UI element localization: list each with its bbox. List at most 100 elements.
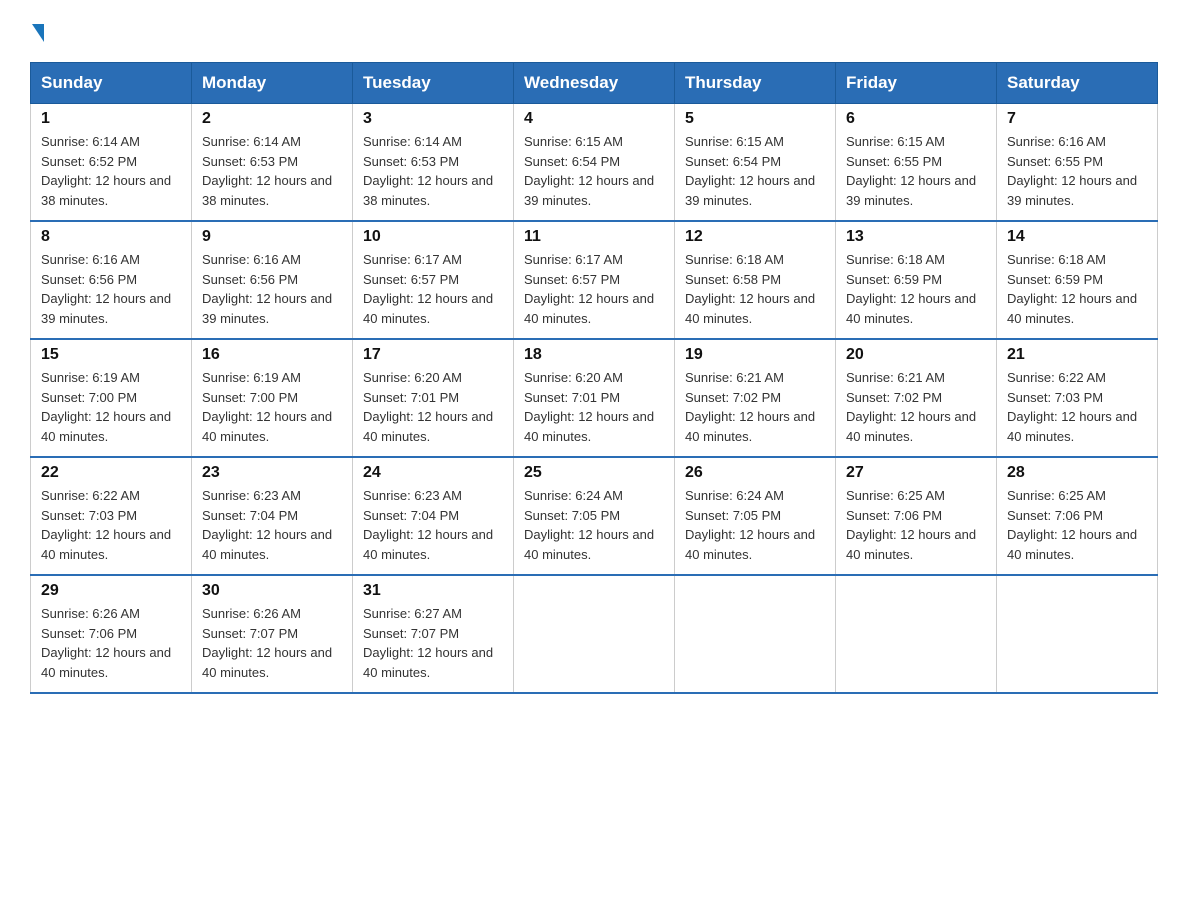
sunrise-text: Sunrise: 6:18 AM (685, 252, 784, 267)
calendar-day-cell: 30 Sunrise: 6:26 AM Sunset: 7:07 PM Dayl… (192, 575, 353, 693)
sunset-text: Sunset: 7:04 PM (363, 508, 459, 523)
sunrise-text: Sunrise: 6:17 AM (363, 252, 462, 267)
daylight-text: Daylight: 12 hours and 40 minutes. (363, 409, 493, 444)
day-number: 7 (1007, 110, 1147, 128)
day-number: 3 (363, 110, 503, 128)
day-number: 30 (202, 582, 342, 600)
sunset-text: Sunset: 6:59 PM (846, 272, 942, 287)
sunset-text: Sunset: 7:07 PM (202, 626, 298, 641)
calendar-day-cell: 7 Sunrise: 6:16 AM Sunset: 6:55 PM Dayli… (997, 104, 1158, 222)
daylight-text: Daylight: 12 hours and 39 minutes. (41, 291, 171, 326)
day-number: 4 (524, 110, 664, 128)
day-info: Sunrise: 6:23 AM Sunset: 7:04 PM Dayligh… (363, 486, 503, 564)
calendar-day-cell: 12 Sunrise: 6:18 AM Sunset: 6:58 PM Dayl… (675, 221, 836, 339)
calendar-day-cell: 4 Sunrise: 6:15 AM Sunset: 6:54 PM Dayli… (514, 104, 675, 222)
sunset-text: Sunset: 7:06 PM (41, 626, 137, 641)
calendar-day-cell: 15 Sunrise: 6:19 AM Sunset: 7:00 PM Dayl… (31, 339, 192, 457)
day-info: Sunrise: 6:25 AM Sunset: 7:06 PM Dayligh… (1007, 486, 1147, 564)
calendar-day-cell: 8 Sunrise: 6:16 AM Sunset: 6:56 PM Dayli… (31, 221, 192, 339)
sunrise-text: Sunrise: 6:23 AM (363, 488, 462, 503)
day-number: 25 (524, 464, 664, 482)
sunrise-text: Sunrise: 6:19 AM (202, 370, 301, 385)
day-info: Sunrise: 6:20 AM Sunset: 7:01 PM Dayligh… (524, 368, 664, 446)
day-info: Sunrise: 6:14 AM Sunset: 6:53 PM Dayligh… (363, 132, 503, 210)
sunrise-text: Sunrise: 6:26 AM (202, 606, 301, 621)
day-number: 8 (41, 228, 181, 246)
calendar-day-cell: 31 Sunrise: 6:27 AM Sunset: 7:07 PM Dayl… (353, 575, 514, 693)
day-number: 12 (685, 228, 825, 246)
sunrise-text: Sunrise: 6:19 AM (41, 370, 140, 385)
day-info: Sunrise: 6:15 AM Sunset: 6:55 PM Dayligh… (846, 132, 986, 210)
sunrise-text: Sunrise: 6:17 AM (524, 252, 623, 267)
day-info: Sunrise: 6:18 AM Sunset: 6:59 PM Dayligh… (846, 250, 986, 328)
sunrise-text: Sunrise: 6:25 AM (846, 488, 945, 503)
calendar-week-row: 8 Sunrise: 6:16 AM Sunset: 6:56 PM Dayli… (31, 221, 1158, 339)
sunset-text: Sunset: 6:54 PM (524, 154, 620, 169)
calendar-day-cell: 1 Sunrise: 6:14 AM Sunset: 6:52 PM Dayli… (31, 104, 192, 222)
day-number: 1 (41, 110, 181, 128)
day-number: 13 (846, 228, 986, 246)
sunset-text: Sunset: 6:56 PM (41, 272, 137, 287)
calendar-day-cell: 29 Sunrise: 6:26 AM Sunset: 7:06 PM Dayl… (31, 575, 192, 693)
calendar-day-cell: 27 Sunrise: 6:25 AM Sunset: 7:06 PM Dayl… (836, 457, 997, 575)
day-number: 21 (1007, 346, 1147, 364)
day-info: Sunrise: 6:24 AM Sunset: 7:05 PM Dayligh… (685, 486, 825, 564)
day-info: Sunrise: 6:15 AM Sunset: 6:54 PM Dayligh… (524, 132, 664, 210)
calendar-table: Sunday Monday Tuesday Wednesday Thursday… (30, 62, 1158, 694)
day-number: 24 (363, 464, 503, 482)
sunset-text: Sunset: 7:07 PM (363, 626, 459, 641)
daylight-text: Daylight: 12 hours and 40 minutes. (524, 291, 654, 326)
sunset-text: Sunset: 7:01 PM (524, 390, 620, 405)
calendar-day-cell: 18 Sunrise: 6:20 AM Sunset: 7:01 PM Dayl… (514, 339, 675, 457)
day-info: Sunrise: 6:22 AM Sunset: 7:03 PM Dayligh… (1007, 368, 1147, 446)
sunset-text: Sunset: 7:03 PM (1007, 390, 1103, 405)
daylight-text: Daylight: 12 hours and 39 minutes. (685, 173, 815, 208)
sunrise-text: Sunrise: 6:16 AM (41, 252, 140, 267)
calendar-day-cell: 23 Sunrise: 6:23 AM Sunset: 7:04 PM Dayl… (192, 457, 353, 575)
sunrise-text: Sunrise: 6:23 AM (202, 488, 301, 503)
day-number: 19 (685, 346, 825, 364)
calendar-day-cell: 28 Sunrise: 6:25 AM Sunset: 7:06 PM Dayl… (997, 457, 1158, 575)
day-number: 9 (202, 228, 342, 246)
sunset-text: Sunset: 6:56 PM (202, 272, 298, 287)
day-info: Sunrise: 6:19 AM Sunset: 7:00 PM Dayligh… (202, 368, 342, 446)
sunrise-text: Sunrise: 6:20 AM (524, 370, 623, 385)
sunrise-text: Sunrise: 6:14 AM (202, 134, 301, 149)
day-number: 5 (685, 110, 825, 128)
sunset-text: Sunset: 6:55 PM (846, 154, 942, 169)
daylight-text: Daylight: 12 hours and 40 minutes. (524, 527, 654, 562)
daylight-text: Daylight: 12 hours and 40 minutes. (202, 409, 332, 444)
header-tuesday: Tuesday (353, 63, 514, 104)
calendar-day-cell: 10 Sunrise: 6:17 AM Sunset: 6:57 PM Dayl… (353, 221, 514, 339)
daylight-text: Daylight: 12 hours and 40 minutes. (1007, 409, 1137, 444)
calendar-header-row: Sunday Monday Tuesday Wednesday Thursday… (31, 63, 1158, 104)
day-number: 22 (41, 464, 181, 482)
daylight-text: Daylight: 12 hours and 40 minutes. (846, 291, 976, 326)
header-saturday: Saturday (997, 63, 1158, 104)
header-thursday: Thursday (675, 63, 836, 104)
day-info: Sunrise: 6:27 AM Sunset: 7:07 PM Dayligh… (363, 604, 503, 682)
day-info: Sunrise: 6:16 AM Sunset: 6:56 PM Dayligh… (202, 250, 342, 328)
sunrise-text: Sunrise: 6:21 AM (846, 370, 945, 385)
day-info: Sunrise: 6:21 AM Sunset: 7:02 PM Dayligh… (846, 368, 986, 446)
daylight-text: Daylight: 12 hours and 38 minutes. (363, 173, 493, 208)
sunrise-text: Sunrise: 6:16 AM (202, 252, 301, 267)
day-info: Sunrise: 6:26 AM Sunset: 7:07 PM Dayligh… (202, 604, 342, 682)
sunrise-text: Sunrise: 6:26 AM (41, 606, 140, 621)
sunset-text: Sunset: 6:55 PM (1007, 154, 1103, 169)
sunrise-text: Sunrise: 6:20 AM (363, 370, 462, 385)
calendar-week-row: 15 Sunrise: 6:19 AM Sunset: 7:00 PM Dayl… (31, 339, 1158, 457)
sunset-text: Sunset: 6:54 PM (685, 154, 781, 169)
daylight-text: Daylight: 12 hours and 40 minutes. (363, 291, 493, 326)
sunset-text: Sunset: 7:06 PM (846, 508, 942, 523)
calendar-day-cell: 11 Sunrise: 6:17 AM Sunset: 6:57 PM Dayl… (514, 221, 675, 339)
day-info: Sunrise: 6:14 AM Sunset: 6:53 PM Dayligh… (202, 132, 342, 210)
day-info: Sunrise: 6:17 AM Sunset: 6:57 PM Dayligh… (524, 250, 664, 328)
sunset-text: Sunset: 7:02 PM (685, 390, 781, 405)
calendar-day-cell (675, 575, 836, 693)
day-info: Sunrise: 6:17 AM Sunset: 6:57 PM Dayligh… (363, 250, 503, 328)
day-number: 27 (846, 464, 986, 482)
daylight-text: Daylight: 12 hours and 40 minutes. (41, 527, 171, 562)
calendar-day-cell (836, 575, 997, 693)
sunrise-text: Sunrise: 6:14 AM (363, 134, 462, 149)
